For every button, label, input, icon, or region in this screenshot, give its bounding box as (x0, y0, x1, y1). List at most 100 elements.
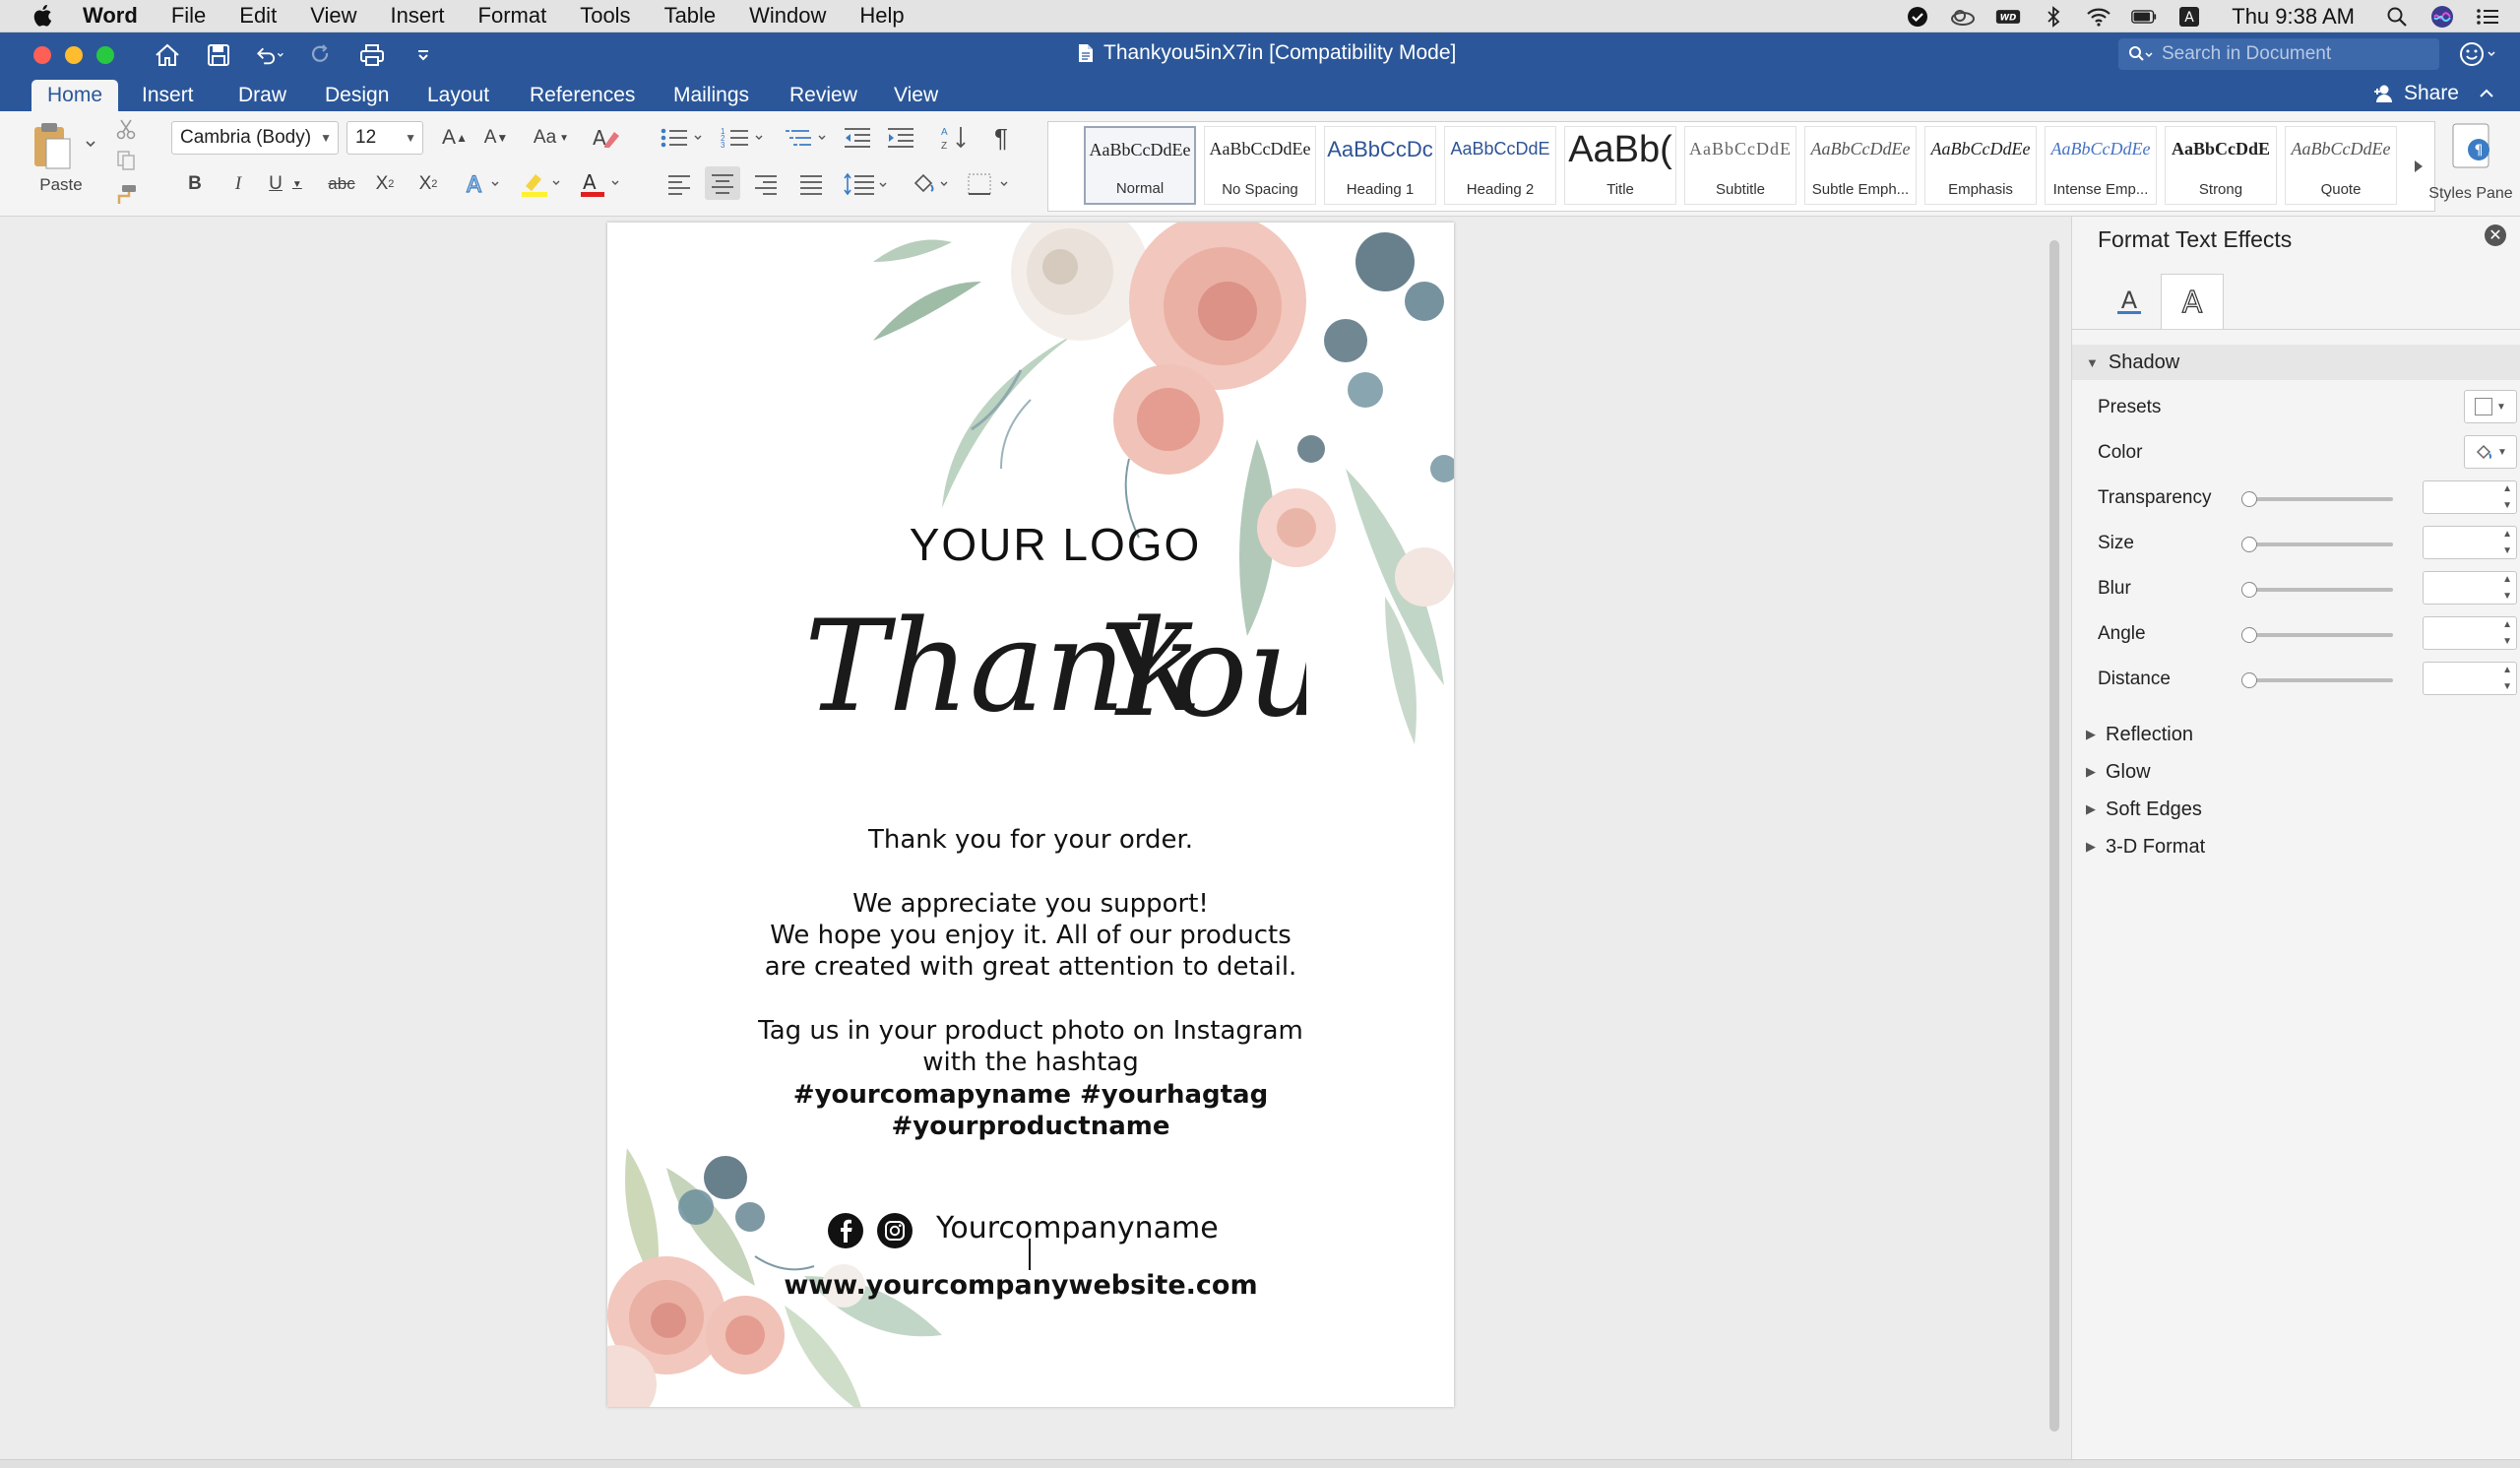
distance-stepper[interactable]: ▲ ▼ (2423, 662, 2517, 695)
slider-knob[interactable] (2241, 491, 2257, 507)
align-left-icon[interactable] (662, 168, 697, 200)
size-slider[interactable] (2241, 537, 2393, 552)
bullets-icon[interactable] (658, 121, 709, 155)
menu-view[interactable]: View (310, 3, 356, 29)
font-name-dropdown[interactable]: Cambria (Body) ▼ (171, 121, 339, 155)
share-button[interactable]: Share (2372, 82, 2494, 105)
stepper-up-icon[interactable]: ▲ (2502, 483, 2512, 494)
3d-format-section-header[interactable]: ▶ 3-D Format (2072, 829, 2520, 864)
slider-knob[interactable] (2241, 582, 2257, 598)
increase-indent-icon[interactable] (882, 121, 919, 155)
align-right-icon[interactable] (748, 168, 784, 200)
order-thanks-line[interactable]: Thank you for your order. (607, 825, 1454, 855)
stepper-up-icon[interactable]: ▲ (2502, 619, 2512, 630)
style-normal[interactable]: AaBbCcDdEe Normal (1084, 126, 1196, 205)
style-emphasis[interactable]: AaBbCcDdEe Emphasis (1924, 126, 2037, 205)
stepper-down-icon[interactable]: ▼ (2502, 636, 2512, 647)
blur-stepper[interactable]: ▲ ▼ (2423, 571, 2517, 605)
angle-slider[interactable] (2241, 627, 2393, 643)
decrease-indent-icon[interactable] (839, 121, 876, 155)
change-case-icon[interactable]: Aa ▼ (528, 121, 575, 155)
align-center-icon[interactable] (705, 166, 740, 200)
checkmark-icon[interactable] (1905, 6, 1930, 28)
stepper-up-icon[interactable]: ▲ (2502, 529, 2512, 540)
show-paragraph-marks-icon[interactable]: ¶ (982, 121, 1020, 155)
style-intense-emphasis[interactable]: AaBbCcDdEe Intense Emp... (2045, 126, 2157, 205)
menu-word[interactable]: Word (83, 3, 138, 29)
menu-help[interactable]: Help (859, 3, 904, 29)
wd-icon[interactable]: WD (1995, 6, 2021, 28)
strikethrough-icon[interactable]: abc (323, 168, 360, 200)
instagram-icon[interactable] (877, 1213, 913, 1248)
maximize-window-button[interactable] (96, 46, 114, 64)
list-icon[interactable] (2475, 6, 2500, 28)
bold-icon[interactable]: B (179, 168, 211, 200)
copy-icon[interactable] (112, 147, 140, 174)
tab-references[interactable]: References (514, 80, 651, 111)
bluetooth-icon[interactable] (2041, 5, 2066, 28)
tab-insert[interactable]: Insert (126, 80, 210, 111)
style-subtitle[interactable]: AaBbCcDdE Subtitle (1684, 126, 1796, 205)
battery-icon[interactable] (2131, 6, 2157, 28)
hashtag-intro-line[interactable]: with the hashtag (607, 1048, 1454, 1077)
slider-knob[interactable] (2241, 672, 2257, 688)
tab-draw[interactable]: Draw (222, 80, 302, 111)
text-effects-tab[interactable]: A (2161, 274, 2224, 329)
styles-pane-label[interactable]: Styles Pane (2427, 174, 2514, 214)
subscript-icon[interactable]: X2 (368, 168, 402, 200)
transparency-stepper[interactable]: ▲ ▼ (2423, 480, 2517, 514)
tab-home[interactable]: Home (32, 80, 119, 111)
smiley-feedback-icon[interactable] (2459, 40, 2498, 73)
distance-slider[interactable] (2241, 672, 2393, 688)
color-picker[interactable]: ▼ (2464, 435, 2517, 469)
close-icon[interactable]: ✕ (2485, 224, 2506, 246)
redo-icon[interactable] (306, 40, 336, 70)
menu-tools[interactable]: Tools (580, 3, 630, 29)
customize-toolbar-icon[interactable] (409, 40, 438, 70)
clear-formatting-icon[interactable]: A (587, 121, 626, 155)
size-stepper[interactable]: ▲ ▼ (2423, 526, 2517, 559)
chevron-up-icon[interactable] (2479, 88, 2494, 99)
vertical-scrollbar[interactable] (2048, 234, 2061, 1455)
reflection-section-header[interactable]: ▶ Reflection (2072, 717, 2520, 752)
style-no-spacing[interactable]: AaBbCcDdEe No Spacing (1204, 126, 1316, 205)
borders-icon[interactable] (963, 168, 1018, 200)
soft-edges-section-header[interactable]: ▶ Soft Edges (2072, 792, 2520, 827)
undo-icon[interactable] (255, 40, 284, 70)
font-color-icon[interactable]: A (577, 168, 626, 200)
underline-icon[interactable]: U ▼ (264, 168, 307, 200)
menubar-clock[interactable]: Thu 9:38 AM (2232, 4, 2355, 30)
menu-format[interactable]: Format (478, 3, 547, 29)
cut-icon[interactable] (112, 115, 140, 143)
paste-icon[interactable] (28, 119, 77, 172)
menu-file[interactable]: File (171, 3, 206, 29)
stepper-down-icon[interactable]: ▼ (2502, 681, 2512, 692)
document-page[interactable]: YOUR LOGO Thank You Thank you for your o… (607, 223, 1454, 1407)
appreciation-line[interactable]: We appreciate you support! (607, 889, 1454, 919)
font-size-dropdown[interactable]: 12 ▼ (346, 121, 423, 155)
presets-picker[interactable]: ▼ (2464, 390, 2517, 423)
save-icon[interactable] (204, 40, 233, 70)
slider-knob[interactable] (2241, 627, 2257, 643)
tab-view[interactable]: View (878, 80, 954, 111)
shadow-section-header[interactable]: ▼ Shadow (2072, 345, 2520, 380)
blur-slider[interactable] (2241, 582, 2393, 598)
text-fill-outline-tab[interactable]: A (2098, 274, 2161, 329)
company-website[interactable]: www.yourcompanywebsite.com (607, 1270, 1444, 1301)
close-window-button[interactable] (33, 46, 51, 64)
enjoy-line[interactable]: We hope you enjoy it. All of our product… (607, 921, 1454, 950)
style-subtle-emphasis[interactable]: AaBbCcDdEe Subtle Emph... (1804, 126, 1917, 205)
minimize-window-button[interactable] (65, 46, 83, 64)
decrease-font-size-icon[interactable]: A ▼ (478, 121, 514, 155)
search-in-document[interactable] (2118, 38, 2439, 70)
print-icon[interactable] (357, 40, 387, 70)
company-name[interactable]: Yourcompanyname (936, 1211, 1219, 1245)
search-icon[interactable] (2384, 6, 2410, 28)
menu-table[interactable]: Table (664, 3, 717, 29)
style-heading-2[interactable]: AaBbCcDdE Heading 2 (1444, 126, 1556, 205)
scrollbar-thumb[interactable] (2049, 240, 2059, 1432)
styles-pane-icon[interactable]: ¶ (2441, 119, 2500, 172)
hashtags-line[interactable]: #yourcomapyname #yourhagtag (607, 1080, 1454, 1110)
highlight-color-icon[interactable] (518, 168, 567, 200)
wifi-icon[interactable] (2086, 6, 2111, 28)
